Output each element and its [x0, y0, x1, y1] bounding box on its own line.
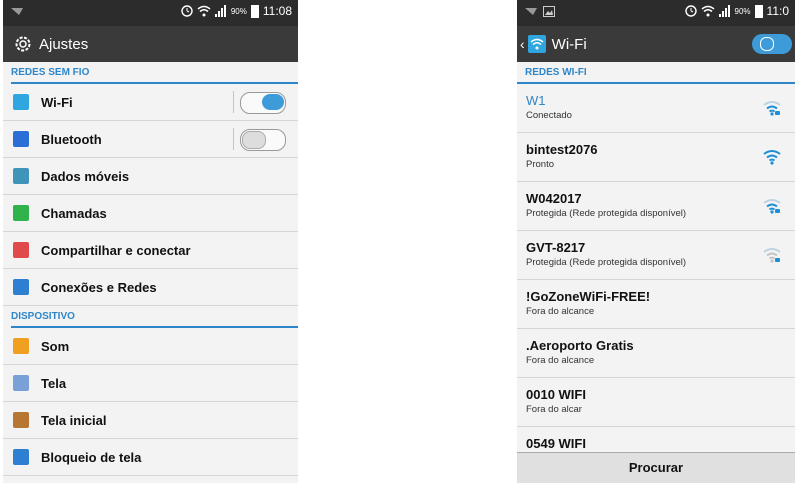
network-status: Fora do alcance [526, 306, 595, 317]
network-status: Pronto [526, 159, 554, 170]
network-ssid: 0549 WIFI [526, 436, 586, 451]
battery-icon [250, 4, 259, 18]
settings-item-share-connect[interactable]: Compartilhar e conectar [3, 232, 298, 269]
wifi-icon [13, 94, 29, 110]
action-bar: Ajustes [3, 26, 298, 62]
divider [233, 128, 234, 150]
wifi-signal-icon [763, 198, 781, 219]
status-bar: 90% 11:08 [3, 0, 298, 26]
network-ssid: W1 [526, 93, 546, 108]
alarm-icon [684, 5, 697, 17]
battery-percent: 90% [230, 6, 247, 16]
settings-item-home[interactable]: Tela inicial [3, 402, 298, 439]
page-title: Ajustes [39, 35, 89, 53]
network-ssid: .Aeroporto Gratis [526, 338, 634, 353]
settings-item-display[interactable]: Tela [3, 365, 298, 402]
bluetooth-icon [13, 131, 29, 147]
settings-item-label: Bluetooth [41, 131, 102, 147]
wifi-network-row[interactable]: GVT-8217 Protegida (Rede protegida dispon… [517, 231, 795, 280]
network-status: Protegida (Rede protegida disponível) [526, 208, 687, 219]
network-ssid: !GoZoneWiFi-FREE! [526, 289, 651, 304]
network-status: Fora do alcar [526, 404, 582, 415]
network-ssid: GVT-8217 [526, 240, 586, 255]
wifi-network-row[interactable]: bintest2076 Pronto [517, 133, 795, 182]
device-settings-list: Som Tela Tela inicial Bloqueio de tela [3, 328, 298, 476]
wireless-settings-list: Wi-Fi Bluetooth Dados móveis Chamadas Compar… [3, 84, 298, 306]
wifi-master-toggle[interactable] [752, 34, 792, 54]
settings-item-bluetooth[interactable]: Bluetooth [3, 121, 298, 158]
signal-triangle-icon [11, 8, 23, 15]
network-status: Conectado [526, 110, 572, 121]
sound-icon [13, 338, 29, 354]
home-icon [13, 412, 29, 428]
bluetooth-toggle[interactable] [240, 129, 286, 151]
network-ssid: W042017 [526, 191, 582, 206]
settings-item-phone[interactable]: Chamadas [3, 195, 298, 232]
back-chevron-icon[interactable]: ‹ [520, 36, 525, 52]
signal-triangle-icon [525, 8, 537, 15]
network-status: Protegida (Rede protegida disponível) [526, 257, 687, 268]
settings-item-label: Compartilhar e conectar [41, 242, 191, 258]
section-header-device: DISPOSITIVO [11, 306, 298, 328]
settings-screen: 90% 11:08 Ajustes REDES SEM FIO Wi-Fi Blu… [3, 0, 298, 483]
settings-item-label: Bloqueio de tela [41, 449, 142, 465]
wifi-network-row[interactable]: .Aeroporto Gratis Fora do alcance [517, 329, 795, 378]
settings-item-label: Tela inicial [41, 412, 107, 428]
wifi-network-row[interactable]: 0010 WIFI Fora do alcar [517, 378, 795, 427]
wifi-network-list: W1 Conectado bintest2076 Pronto W042017 Prote… [517, 84, 795, 476]
lock-screen-icon [13, 449, 29, 465]
clock: 11:0 [766, 4, 789, 18]
page-title: Wi-Fi [551, 35, 587, 53]
section-header-wifi-networks: REDES WI-FI [517, 62, 795, 84]
wifi-network-row[interactable]: W042017 Protegida (Rede protegida disponí… [517, 182, 795, 231]
settings-item-lock-screen[interactable]: Bloqueio de tela [3, 439, 298, 476]
mobile-data-icon [13, 168, 29, 184]
wifi-signal-icon [763, 149, 781, 170]
wifi-network-row[interactable]: !GoZoneWiFi-FREE! Fora do alcance [517, 280, 795, 329]
phone-icon [13, 205, 29, 221]
status-bar: 90% 11:0 [517, 0, 795, 26]
networks-icon [13, 279, 29, 295]
network-status: Fora do alcance [526, 355, 595, 366]
wifi-signal-icon [763, 247, 781, 268]
divider [233, 91, 234, 113]
image-notification-icon [543, 6, 555, 17]
display-icon [13, 375, 29, 391]
cell-signal-icon [214, 5, 226, 17]
settings-gear-icon[interactable] [13, 34, 33, 54]
settings-item-label: Chamadas [41, 205, 107, 221]
wifi-signal-icon [763, 100, 781, 121]
scan-button[interactable]: Procurar [517, 452, 795, 483]
toggle-knob [262, 94, 284, 110]
wifi-status-icon [701, 5, 714, 17]
settings-item-networks[interactable]: Conexões e Redes [3, 269, 298, 306]
alarm-icon [181, 5, 193, 17]
network-ssid: 0010 WIFI [526, 387, 586, 402]
action-bar: ‹ Wi-Fi [517, 26, 795, 62]
settings-item-label: Dados móveis [41, 168, 130, 184]
settings-item-mobile-data[interactable]: Dados móveis [3, 158, 298, 195]
cell-signal-icon [718, 5, 730, 17]
settings-item-sound[interactable]: Som [3, 328, 298, 365]
share-connect-icon [13, 242, 29, 258]
wifi-header-icon [527, 35, 546, 53]
settings-item-wifi[interactable]: Wi-Fi [3, 84, 298, 121]
battery-percent: 90% [734, 6, 751, 16]
wifi-network-row[interactable]: W1 Conectado [517, 84, 795, 133]
settings-item-label: Som [41, 338, 70, 354]
section-header-wireless: REDES SEM FIO [11, 62, 298, 84]
settings-item-label: Conexões e Redes [41, 279, 157, 295]
wifi-toggle[interactable] [240, 92, 286, 114]
battery-icon [754, 4, 763, 18]
settings-item-label: Wi-Fi [41, 94, 73, 110]
clock: 11:08 [262, 4, 292, 18]
wifi-screen: 90% 11:0 ‹ Wi-Fi REDES WI-FI W1 Conectado… [517, 0, 795, 483]
wifi-status-icon [197, 5, 211, 17]
settings-item-label: Tela [41, 375, 67, 391]
toggle-knob [242, 131, 266, 149]
network-ssid: bintest2076 [526, 142, 598, 157]
